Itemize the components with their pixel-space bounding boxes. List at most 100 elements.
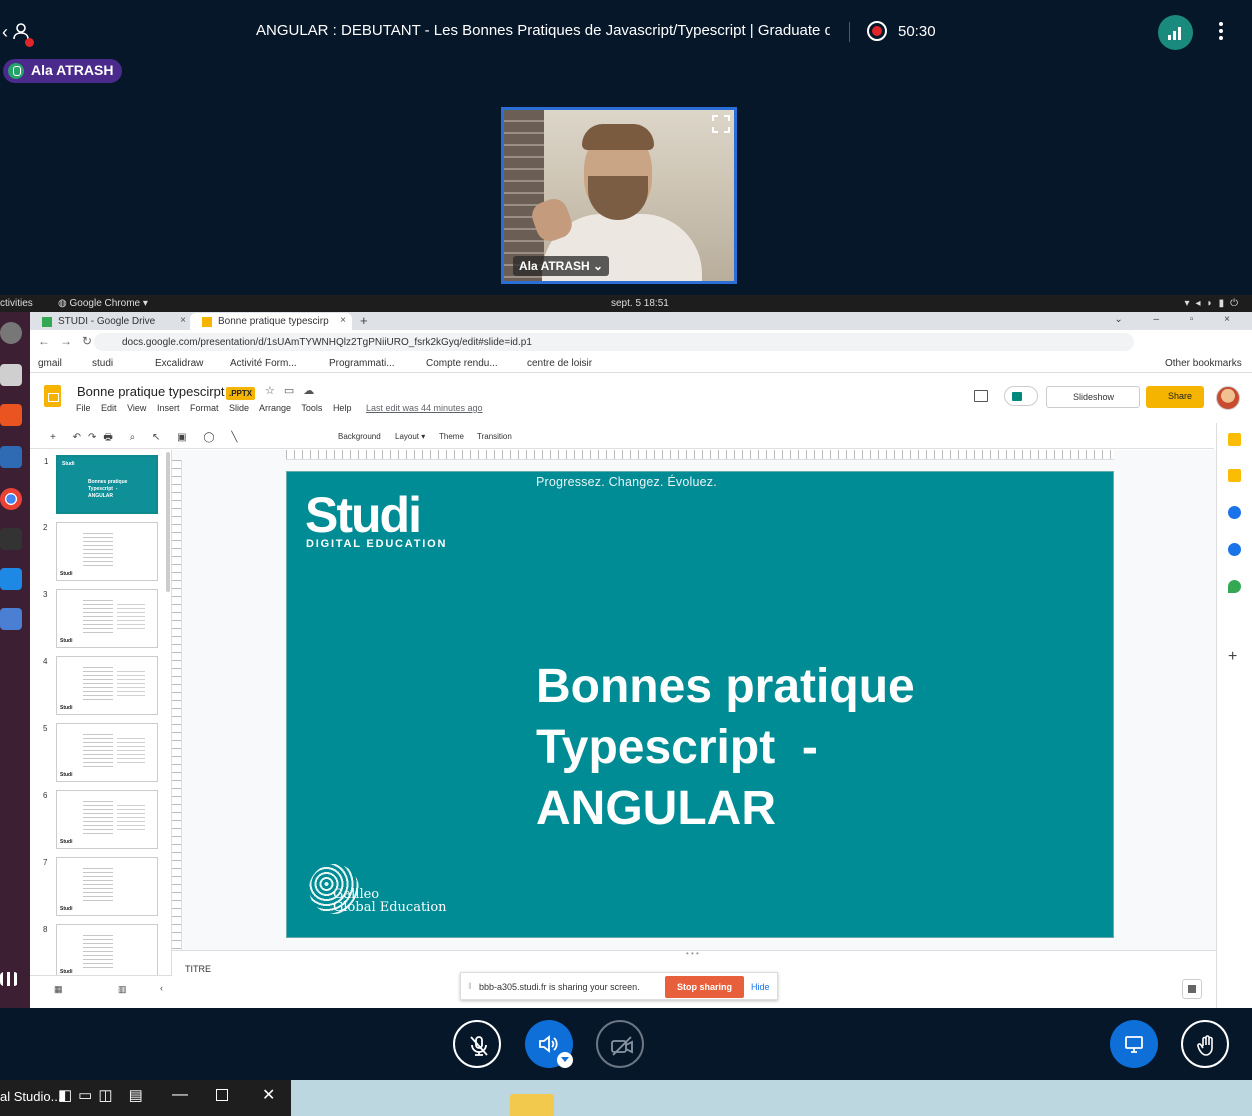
slide-thumb-2: 2 Studi	[43, 522, 158, 581]
talking-indicator: Ala ATRASH	[3, 59, 122, 83]
fullscreen-icon[interactable]	[712, 115, 730, 133]
menu-file: File	[76, 403, 91, 413]
minimize-icon[interactable]: —	[172, 1086, 188, 1104]
slides-menu-bar: File Edit View Insert Format Slide Arran…	[76, 403, 491, 413]
divider	[849, 22, 850, 42]
filmstrip-footer: ▦ ▥ ‹	[30, 975, 172, 1003]
filmstrip-view-icon: ▥	[118, 984, 127, 994]
slides-toolbar: + ↶↷🖶 ⌕ ↖ ▣ ◯ ╲ Background Layout ▾ Them…	[30, 423, 1214, 449]
share-screen-button[interactable]	[1110, 1020, 1158, 1068]
thumb-number: 7	[43, 858, 48, 867]
slide-title: Bonnes pratique Typescript - ANGULAR	[536, 660, 915, 835]
slide-thumb-5: 5 Studi	[43, 723, 158, 782]
docs-icon	[0, 446, 22, 468]
document-title: Bonne pratique typescirpt	[77, 384, 225, 399]
slide-thumb-7: 7 Studi	[43, 857, 158, 916]
more-options-icon[interactable]	[1217, 22, 1225, 42]
notification-dot	[25, 38, 34, 47]
chrome-icon	[0, 488, 22, 510]
explore-icon	[1182, 979, 1202, 999]
horizontal-ruler	[286, 450, 1114, 460]
settings-icon	[0, 322, 22, 344]
collapse-icon: ‹	[160, 983, 163, 993]
last-edit-link: Last edit was 44 minutes ago	[365, 403, 483, 413]
speaker-name: Ala ATRASH	[31, 62, 114, 78]
user-list-toggle[interactable]: ‹	[2, 20, 36, 47]
avatar	[1216, 386, 1240, 410]
audio-options-icon[interactable]	[557, 1052, 573, 1068]
raise-hand-button[interactable]	[1181, 1020, 1229, 1068]
filmstrip-scrollbar	[166, 452, 170, 592]
slides-icon	[202, 317, 212, 327]
nav-buttons: ←→↻	[38, 334, 103, 348]
chrome-toolbar: ←→↻ docs.google.com/presentation/d/1sUAm…	[30, 330, 1252, 353]
other-bookmarks: Other bookmarks	[1165, 358, 1242, 369]
slide-thumb-6: 6 Studi	[43, 790, 158, 849]
new-tab-icon: +	[360, 313, 368, 328]
grid-view-icon: ▦	[54, 984, 63, 994]
drag-handle: ‖	[468, 981, 472, 991]
menu-arrange: Arrange	[259, 403, 292, 413]
menu-view: View	[127, 403, 147, 413]
drive-icon	[42, 317, 52, 327]
tab-label: STUDI - Google Drive	[58, 316, 156, 327]
menu-edit: Edit	[101, 403, 117, 413]
webcam-video[interactable]: Ala ATRASH ⌄	[501, 107, 737, 284]
app-menu: ◍ Google Chrome ▾	[58, 298, 148, 309]
webcam-user-name[interactable]: Ala ATRASH ⌄	[513, 256, 610, 276]
side-panel: +	[1216, 423, 1252, 1008]
window-controls: ⌄ – ▫ ×	[1114, 314, 1244, 325]
audio-button[interactable]	[525, 1020, 573, 1068]
add-addon-icon: +	[1228, 648, 1238, 665]
slide-thumb-1: 1 Studi Bonnes pratique Typescript - ANG…	[44, 455, 158, 514]
background-button: Background	[338, 432, 381, 441]
visual-studio-window[interactable]: al Studio... ◧▭◫ ▤ — ✕	[0, 1080, 291, 1116]
thumb-number: 2	[43, 523, 48, 532]
ubuntu-dock	[0, 312, 30, 1008]
chevron-left-icon: ‹	[2, 22, 8, 42]
slide-canvas: Progressez. Changez. Évoluez. Studi DIGI…	[286, 471, 1114, 938]
microphone-off-icon	[470, 1036, 488, 1056]
recording-icon[interactable]	[867, 21, 887, 41]
slide-tagline: Progressez. Changez. Évoluez.	[536, 475, 717, 489]
url-text: docs.google.com/presentation/d/1sUAmTYWN…	[122, 337, 532, 348]
address-bar: docs.google.com/presentation/d/1sUAmTYWN…	[94, 333, 1134, 351]
slideshow-button: Slideshow	[1046, 386, 1140, 408]
menu-tools: Tools	[301, 403, 323, 413]
theme-button: Theme	[439, 432, 464, 441]
files-icon	[0, 364, 22, 386]
keep-icon	[1228, 469, 1241, 482]
comment-icon	[974, 390, 988, 402]
maximize-icon[interactable]	[216, 1089, 228, 1101]
connection-status-button[interactable]	[1158, 15, 1193, 50]
chrome-tab-strip: STUDI - Google Drive × Bonne pratique ty…	[30, 312, 1252, 330]
slide-filmstrip: 1 Studi Bonnes pratique Typescript - ANG…	[30, 450, 172, 979]
stop-sharing-button: Stop sharing	[665, 976, 744, 998]
thumb-brand: Studi	[60, 906, 73, 912]
host-taskbar: al Studio... ◧▭◫ ▤ — ✕	[0, 1080, 1252, 1116]
thumb-number: 5	[43, 724, 48, 733]
bookmark-studi: studi	[92, 358, 114, 369]
thumb-number: 1	[44, 457, 49, 466]
screenshot-icon	[0, 608, 22, 630]
maps-icon	[1228, 580, 1241, 593]
close-icon[interactable]: ✕	[262, 1085, 275, 1105]
close-tab-icon: ×	[180, 315, 186, 326]
layout-button: Layout ▾	[395, 432, 426, 441]
share-webcam-button[interactable]	[596, 1020, 644, 1068]
mute-microphone-button[interactable]	[453, 1020, 501, 1068]
bookmark-compte-rendu: Compte rendu...	[426, 358, 498, 369]
screen-share-banner: ‖ bbb-a305.studi.fr is sharing your scre…	[460, 972, 778, 1000]
slide-thumb-3: 3 Studi	[43, 589, 158, 648]
vscode-icon	[0, 568, 22, 590]
menu-insert: Insert	[156, 403, 180, 413]
gnome-top-bar: ctivities ◍ Google Chrome ▾ sept. 5 18:5…	[0, 295, 1252, 312]
contacts-icon	[1228, 543, 1241, 556]
bookmark-excalidraw: Excalidraw	[155, 358, 204, 369]
folder-icon[interactable]	[510, 1094, 554, 1116]
meeting-title: ANGULAR : DEBUTANT - Les Bonnes Pratique…	[256, 22, 830, 39]
bookmark-centre: centre de loisir	[527, 358, 593, 369]
layout-icons[interactable]: ◧▭◫ ▤	[58, 1086, 149, 1104]
desktop-icon	[1125, 1036, 1143, 1053]
software-icon	[0, 404, 22, 426]
